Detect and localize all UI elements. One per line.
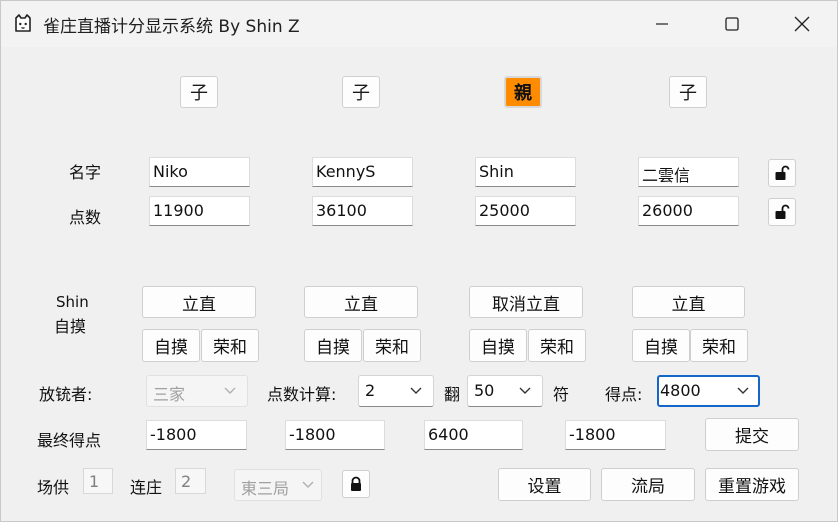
player2-name-field[interactable]: KennyS bbox=[312, 157, 413, 187]
main-window: 雀庄直播计分显示系统 By Shin Z 子 子 親 子 名字 Niko Ken… bbox=[0, 0, 838, 522]
chevron-down-icon bbox=[519, 387, 531, 394]
current-action-label: 自摸 bbox=[54, 317, 87, 336]
han-label: 翻 bbox=[444, 385, 461, 404]
player2-points-field[interactable]: 36100 bbox=[312, 196, 413, 226]
final-score-label: 最终得点 bbox=[37, 431, 102, 450]
draw-button[interactable]: 流局 bbox=[601, 468, 695, 501]
fu-select[interactable]: 50 bbox=[467, 375, 543, 407]
player4-riichi-button[interactable]: 立直 bbox=[632, 286, 745, 318]
honba-value-field: 1 bbox=[83, 468, 113, 494]
player3-cancel-riichi-button[interactable]: 取消立直 bbox=[469, 286, 583, 318]
chevron-down-icon bbox=[737, 387, 749, 394]
fu-label: 符 bbox=[553, 385, 570, 404]
player1-riichi-button[interactable]: 立直 bbox=[142, 286, 256, 318]
close-icon bbox=[794, 16, 810, 32]
score-select-value: 4800 bbox=[660, 381, 701, 400]
name-label: 名字 bbox=[69, 163, 102, 182]
current-player-label: Shin bbox=[56, 293, 89, 311]
points-lock-button[interactable] bbox=[768, 198, 796, 226]
renchan-value-field: 2 bbox=[175, 468, 206, 494]
close-button[interactable] bbox=[767, 1, 837, 47]
player4-role-badge: 子 bbox=[669, 76, 707, 108]
player4-points-field[interactable]: 26000 bbox=[638, 196, 739, 226]
chevron-down-icon bbox=[410, 387, 422, 394]
lock-icon bbox=[351, 476, 361, 491]
player2-role-badge: 子 bbox=[342, 76, 380, 108]
round-lock-button[interactable] bbox=[342, 470, 370, 498]
player2-ron-button[interactable]: 荣和 bbox=[363, 329, 421, 362]
honba-label: 场供 bbox=[37, 478, 70, 497]
chevron-down-icon bbox=[224, 387, 236, 394]
player2-final-score-field[interactable]: -1800 bbox=[285, 420, 385, 450]
player1-name-field[interactable]: Niko bbox=[149, 157, 250, 187]
discarder-select-value: 三家 bbox=[153, 385, 186, 404]
points-label: 点数 bbox=[69, 208, 102, 227]
names-lock-button[interactable] bbox=[768, 159, 796, 187]
player4-ron-button[interactable]: 荣和 bbox=[690, 329, 748, 362]
score-select[interactable]: 4800 bbox=[657, 375, 760, 407]
round-select-value: 東三局 bbox=[241, 479, 290, 498]
window-title: 雀庄直播计分显示系统 By Shin Z bbox=[43, 17, 300, 37]
player4-tsumo-button[interactable]: 自摸 bbox=[632, 329, 690, 362]
player3-final-score-field[interactable]: 6400 bbox=[424, 420, 523, 450]
submit-button[interactable]: 提交 bbox=[705, 418, 799, 451]
score-label: 得点: bbox=[605, 385, 643, 404]
han-select-value: 2 bbox=[365, 381, 376, 400]
player2-riichi-button[interactable]: 立直 bbox=[304, 286, 418, 318]
han-select[interactable]: 2 bbox=[358, 375, 434, 407]
player1-ron-button[interactable]: 荣和 bbox=[201, 329, 259, 362]
player4-final-score-field[interactable]: -1800 bbox=[565, 420, 666, 450]
player2-tsumo-button[interactable]: 自摸 bbox=[304, 329, 362, 362]
reset-game-button[interactable]: 重置游戏 bbox=[705, 468, 799, 501]
player3-tsumo-button[interactable]: 自摸 bbox=[469, 329, 527, 362]
player3-points-field[interactable]: 25000 bbox=[475, 196, 576, 226]
minimize-icon bbox=[656, 23, 668, 25]
cat-face-icon bbox=[15, 14, 31, 32]
player1-points-field[interactable]: 11900 bbox=[149, 196, 250, 226]
player1-role-badge: 子 bbox=[180, 76, 218, 108]
player3-name-field[interactable]: Shin bbox=[475, 157, 576, 187]
discarder-label: 放铳者: bbox=[39, 385, 93, 404]
player1-tsumo-button[interactable]: 自摸 bbox=[142, 329, 200, 362]
chevron-down-icon bbox=[302, 481, 314, 488]
maximize-icon bbox=[725, 17, 739, 31]
settings-button[interactable]: 设置 bbox=[498, 468, 591, 501]
player4-name-field[interactable]: 二雲信 bbox=[638, 157, 739, 187]
discarder-select[interactable]: 三家 bbox=[146, 375, 248, 407]
maximize-button[interactable] bbox=[697, 1, 767, 47]
minimize-button[interactable] bbox=[627, 1, 697, 47]
player3-dealer-badge: 親 bbox=[504, 76, 542, 108]
round-select[interactable]: 東三局 bbox=[234, 469, 322, 501]
unlock-icon bbox=[775, 204, 790, 219]
point-calc-label: 点数计算: bbox=[267, 385, 337, 404]
fu-select-value: 50 bbox=[474, 381, 495, 400]
unlock-icon bbox=[775, 165, 790, 180]
renchan-label: 连庄 bbox=[130, 478, 163, 497]
title-bar: 雀庄直播计分显示系统 By Shin Z bbox=[1, 1, 837, 47]
player1-final-score-field[interactable]: -1800 bbox=[146, 420, 247, 450]
player3-ron-button[interactable]: 荣和 bbox=[528, 329, 586, 362]
